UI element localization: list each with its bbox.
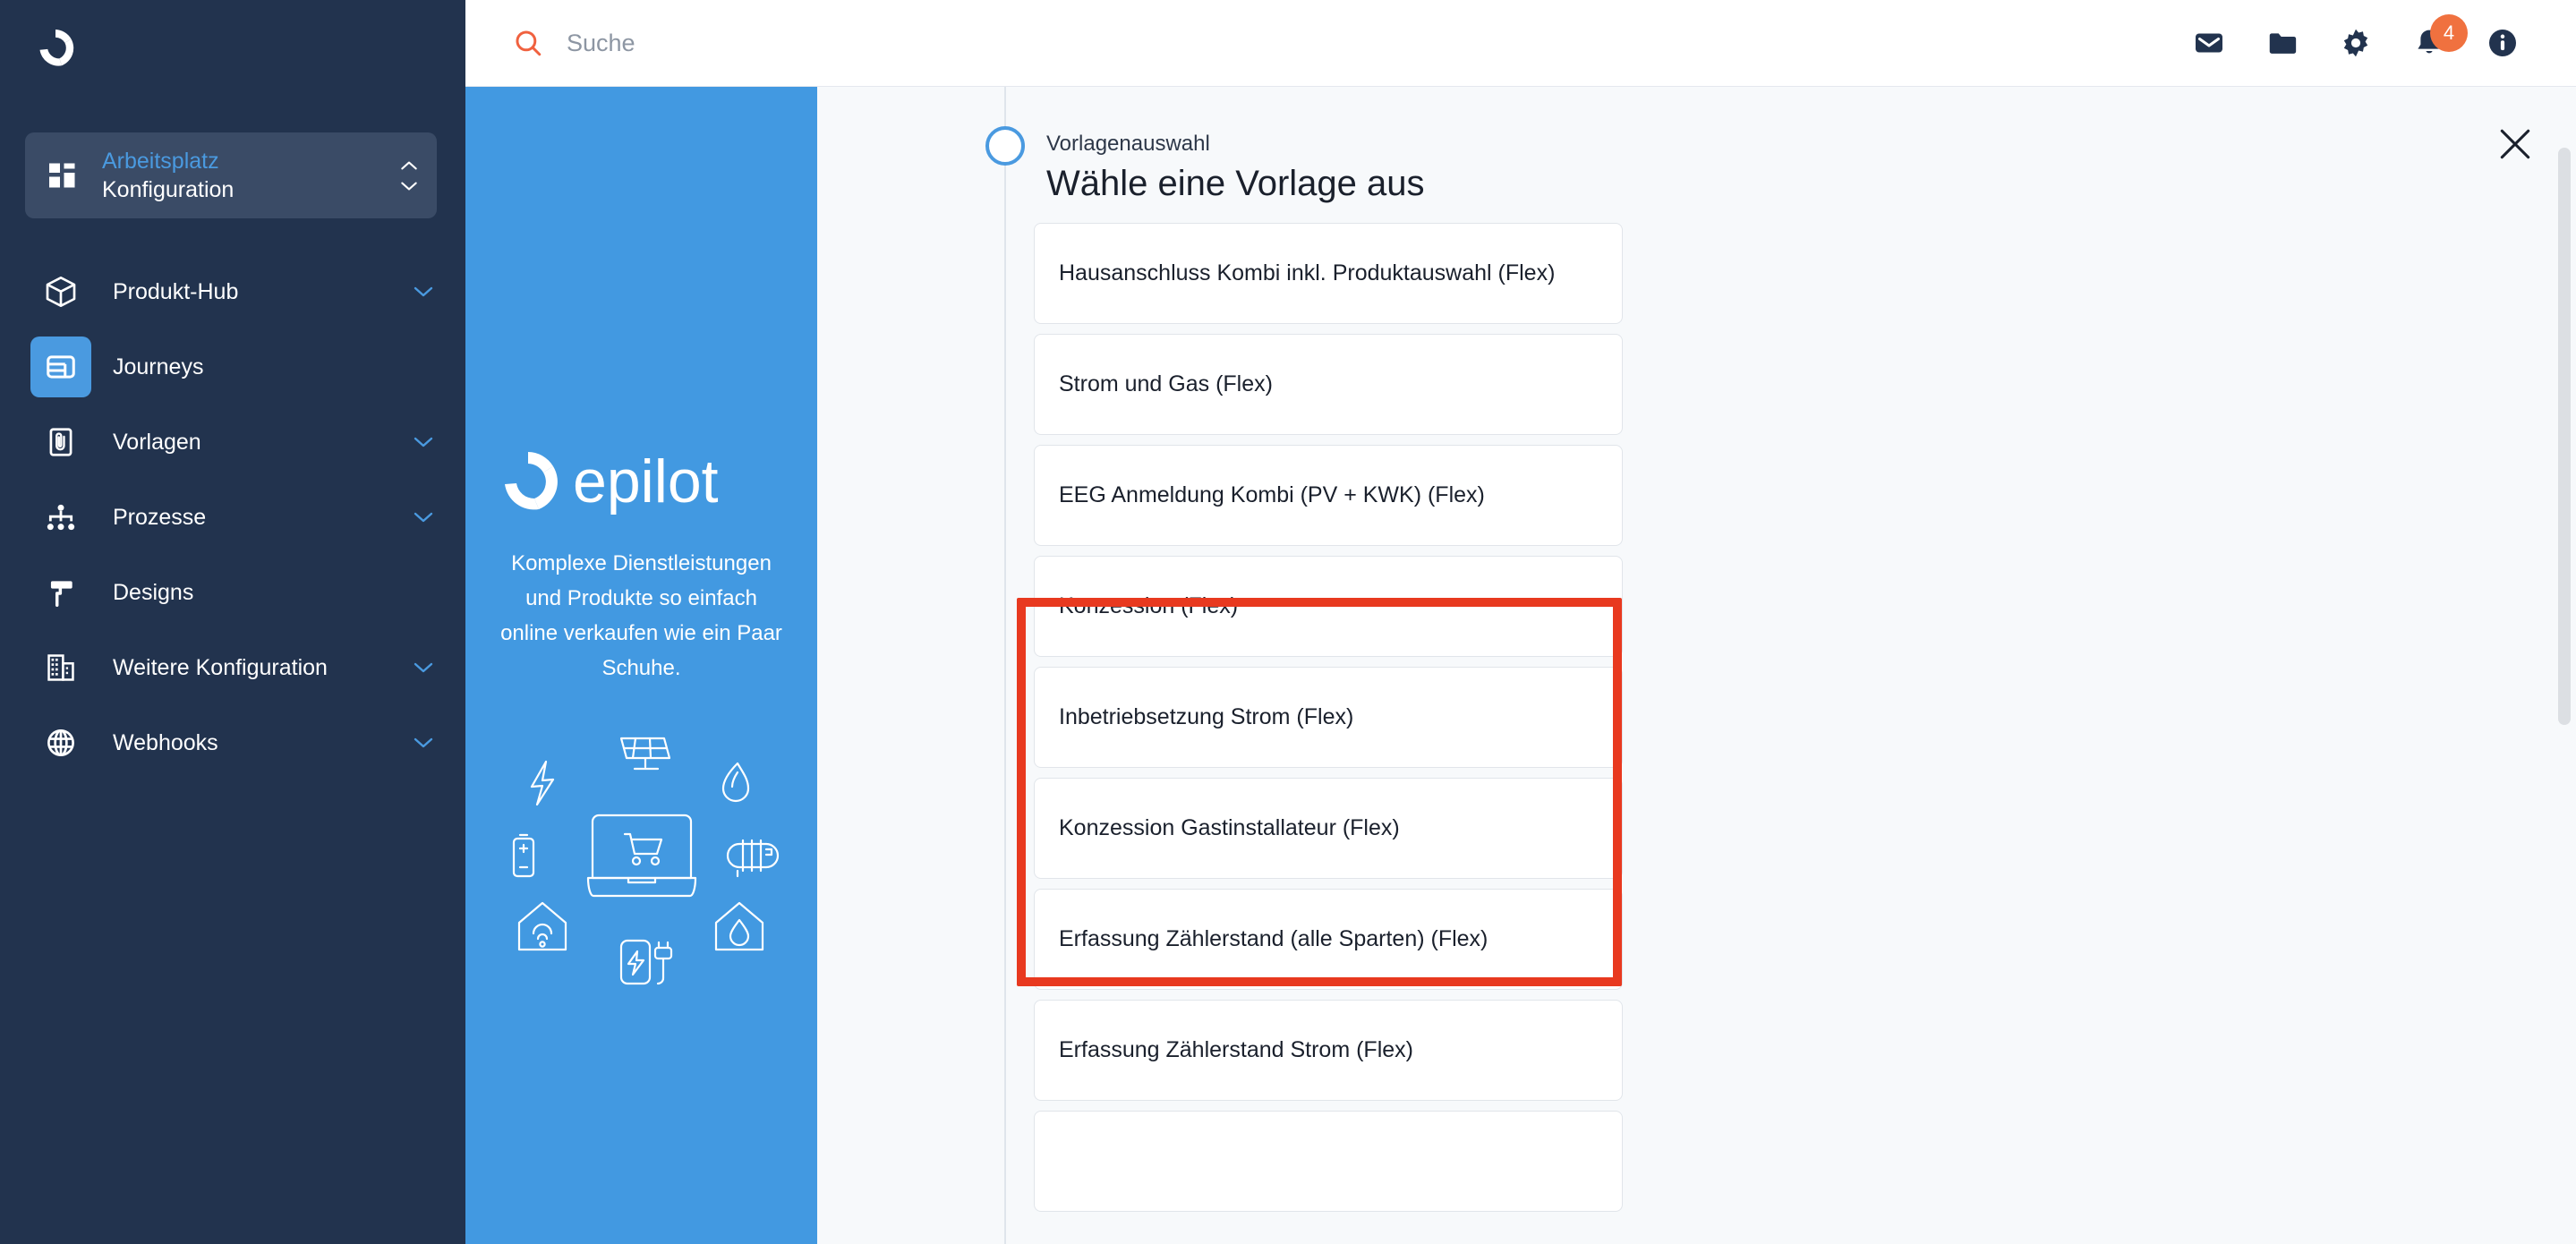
paint-roller-icon bbox=[30, 562, 91, 623]
template-card-label: Hausanschluss Kombi inkl. Produktauswahl… bbox=[1059, 260, 1556, 285]
chevron-down-icon[interactable] bbox=[412, 285, 435, 298]
cube-box-icon bbox=[30, 261, 91, 322]
template-card-label: Konzession Gastinstallateur (Flex) bbox=[1059, 815, 1400, 840]
water-house-icon bbox=[714, 901, 763, 950]
sidebar-item-weitere-konfiguration[interactable]: Weitere Konfiguration bbox=[0, 630, 465, 705]
sidebar-item-label: Designs bbox=[113, 579, 194, 605]
template-card-label: EEG Anmeldung Kombi (PV + KWK) (Flex) bbox=[1059, 482, 1485, 507]
template-card[interactable]: Hausanschluss Kombi inkl. Produktauswahl… bbox=[1034, 223, 1623, 324]
promo-illustration bbox=[512, 737, 779, 984]
office-building-icon bbox=[30, 637, 91, 698]
template-card-label: Konzession (Flex) bbox=[1059, 593, 1239, 618]
sidebar-item-journeys[interactable]: Journeys bbox=[0, 329, 465, 405]
flame-gas-icon bbox=[721, 762, 749, 802]
bell-notification-icon[interactable]: 4 bbox=[2413, 14, 2468, 59]
info-circle-icon[interactable] bbox=[2486, 27, 2519, 59]
sidebar-item-label: Journeys bbox=[113, 354, 204, 379]
template-card[interactable]: EEG Anmeldung Kombi (PV + KWK) (Flex) bbox=[1034, 445, 1623, 546]
page-title: Wähle eine Vorlage aus bbox=[1046, 164, 1425, 203]
app-root: Arbeitsplatz Konfiguration Produkt-Hub J… bbox=[0, 0, 2576, 1244]
sidebar-nav: Produkt-Hub Journeys Vorlagen Prozesse D… bbox=[0, 254, 465, 780]
step-circle-empty-icon[interactable] bbox=[985, 126, 1025, 166]
sidebar-item-vorlagen[interactable]: Vorlagen bbox=[0, 405, 465, 480]
notification-badge: 4 bbox=[2430, 14, 2468, 52]
sidebar-item-label: Weitere Konfiguration bbox=[113, 654, 328, 680]
search-input[interactable] bbox=[567, 29, 1104, 57]
search-icon bbox=[516, 30, 542, 56]
template-card-label: Erfassung Zählerstand Strom (Flex) bbox=[1059, 1037, 1413, 1062]
step-label: Vorlagenauswahl bbox=[1046, 132, 1210, 156]
sidebar-item-label: Prozesse bbox=[113, 504, 207, 530]
workspace-name: Arbeitsplatz bbox=[102, 149, 219, 174]
epilot-wordmark: epilot bbox=[504, 447, 719, 515]
workspace-selector[interactable]: Arbeitsplatz Konfiguration bbox=[25, 132, 437, 218]
lightning-bolt-icon bbox=[530, 760, 554, 805]
chevron-down-icon[interactable] bbox=[412, 511, 435, 524]
battery-icon bbox=[512, 833, 534, 877]
sidebar-item-designs[interactable]: Designs bbox=[0, 555, 465, 630]
laptop-shopping-cart-icon bbox=[586, 814, 696, 897]
template-card-label: Erfassung Zählerstand (alle Sparten) (Fl… bbox=[1059, 926, 1488, 951]
scrollbar-thumb[interactable] bbox=[2558, 148, 2571, 725]
template-card[interactable]: Inbetriebsetzung Strom (Flex) bbox=[1034, 667, 1623, 768]
sidebar-item-label: Webhooks bbox=[113, 729, 218, 755]
document-attachment-icon bbox=[30, 412, 91, 473]
close-x-icon[interactable] bbox=[2495, 124, 2535, 164]
sidebar-item-produkt-hub[interactable]: Produkt-Hub bbox=[0, 254, 465, 329]
folder-icon[interactable] bbox=[2266, 27, 2299, 59]
sidebar-item-webhooks[interactable]: Webhooks bbox=[0, 705, 465, 780]
template-list: Hausanschluss Kombi inkl. Produktauswahl… bbox=[1034, 223, 1623, 1222]
chevron-up-icon bbox=[401, 161, 417, 169]
workspace-chevrons[interactable] bbox=[399, 160, 419, 192]
workspace-subtitle: Konfiguration bbox=[102, 177, 235, 202]
globe-icon bbox=[30, 712, 91, 773]
template-card-label: Strom und Gas (Flex) bbox=[1059, 371, 1273, 396]
hierarchy-nodes-icon bbox=[30, 487, 91, 548]
app-logo[interactable] bbox=[0, 0, 465, 89]
sidebar-item-prozesse[interactable]: Prozesse bbox=[0, 480, 465, 555]
mail-envelope-icon[interactable] bbox=[2193, 27, 2225, 59]
vertical-scrollbar[interactable] bbox=[2558, 87, 2571, 1244]
promo-tagline: Komplexe Dienstleistungen und Produkte s… bbox=[500, 551, 782, 680]
chevron-down-icon bbox=[401, 182, 417, 190]
promo-panel: epilot Komplexe Dienstleistungen und Pro… bbox=[465, 87, 817, 1244]
chevron-down-icon[interactable] bbox=[412, 737, 435, 749]
chevron-down-icon[interactable] bbox=[412, 661, 435, 674]
template-card[interactable]: Erfassung Zählerstand (alle Sparten) (Fl… bbox=[1034, 889, 1623, 990]
sidebar-item-label: Vorlagen bbox=[113, 429, 201, 455]
template-card[interactable]: Erfassung Zählerstand Strom (Flex) bbox=[1034, 1000, 1623, 1101]
ev-charger-icon bbox=[619, 939, 672, 984]
chevron-down-icon[interactable] bbox=[412, 436, 435, 448]
solar-panel-icon bbox=[619, 737, 670, 770]
search-container[interactable] bbox=[513, 28, 2193, 58]
layout-panels-icon bbox=[30, 337, 91, 397]
sidebar: Arbeitsplatz Konfiguration Produkt-Hub J… bbox=[0, 0, 465, 1244]
template-card[interactable]: Konzession Gastinstallateur (Flex) bbox=[1034, 778, 1623, 879]
step-timeline-line bbox=[1004, 87, 1006, 1244]
template-card[interactable]: Strom und Gas (Flex) bbox=[1034, 334, 1623, 435]
workspace-labels: Arbeitsplatz Konfiguration bbox=[102, 147, 399, 204]
grid-dashboard-icon bbox=[49, 163, 75, 188]
epilot-logo-icon bbox=[39, 30, 74, 66]
main-content: Vorlagenauswahl Wähle eine Vorlage aus H… bbox=[817, 87, 2576, 1244]
svg-text:epilot: epilot bbox=[573, 447, 719, 515]
top-bar: 4 bbox=[465, 0, 2576, 87]
template-card-label: Inbetriebsetzung Strom (Flex) bbox=[1059, 704, 1354, 729]
template-card[interactable] bbox=[1034, 1111, 1623, 1212]
top-bar-icons: 4 bbox=[2193, 14, 2519, 59]
radiator-heating-icon bbox=[726, 839, 779, 877]
gear-settings-icon[interactable] bbox=[2340, 27, 2372, 59]
smart-home-wifi-icon bbox=[517, 901, 567, 950]
template-card[interactable]: Konzession (Flex) bbox=[1034, 556, 1623, 657]
sidebar-item-label: Produkt-Hub bbox=[113, 278, 239, 304]
